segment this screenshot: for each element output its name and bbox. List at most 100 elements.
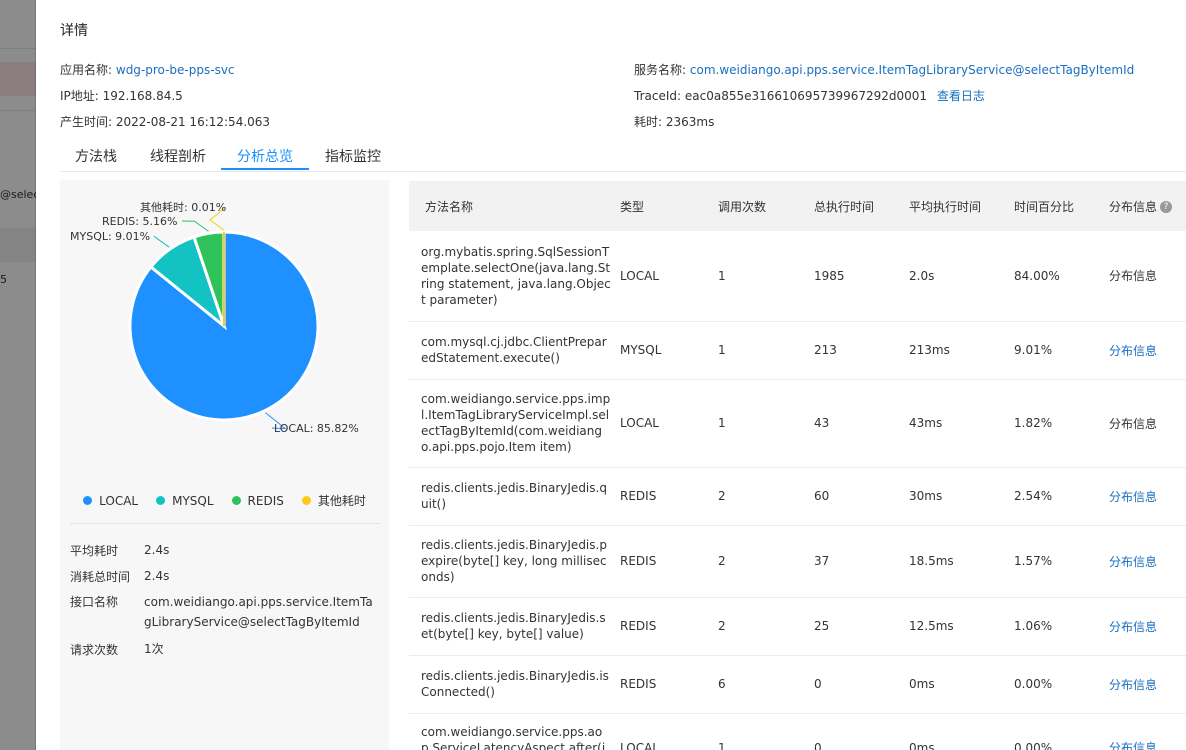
- table-row: redis.clients.jedis.BinaryJedis.isConnec…: [409, 655, 1186, 714]
- tab-thread-profile[interactable]: 线程剖析: [150, 146, 206, 166]
- method-table-container[interactable]: 方法名称 类型 调用次数 总执行时间 平均执行时间 时间百分比 分布信息? or…: [409, 181, 1186, 750]
- time-pct-cell: 1.06%: [1014, 597, 1109, 656]
- col-distribution: 分布信息?: [1109, 181, 1186, 231]
- drawer-title: 详情: [60, 23, 88, 39]
- stat-request-count: 请求次数 1次: [70, 641, 380, 658]
- method-cell: redis.clients.jedis.BinaryJedis.isConnec…: [409, 655, 620, 714]
- trace-value: eac0a855e316610695739967292d0001: [684, 89, 928, 103]
- calls-cell: 1: [718, 379, 814, 468]
- cost-label: 耗时:: [634, 115, 663, 129]
- distribution-cell: 分布信息: [1109, 379, 1186, 468]
- avg-time-cell: 43ms: [909, 379, 1014, 468]
- pie-leader-line-redis: [181, 220, 209, 232]
- avg-time-cell: 2.0s: [909, 231, 1014, 322]
- method-cell: com.weidiango.service.pps.aop.ServiceLat…: [409, 713, 620, 750]
- distribution-cell: 分布信息: [1109, 467, 1186, 526]
- total-time-cell: 0: [814, 713, 909, 750]
- service-label: 服务名称:: [634, 63, 687, 77]
- tab-metric-monitor[interactable]: 指标监控: [325, 146, 381, 166]
- tab-method-stack[interactable]: 方法栈: [75, 146, 117, 166]
- type-cell: REDIS: [620, 597, 718, 656]
- calls-cell: 2: [718, 525, 814, 598]
- col-calls: 调用次数: [718, 181, 814, 231]
- time-pct-cell: 9.01%: [1014, 321, 1109, 380]
- table-row: redis.clients.jedis.BinaryJedis.pexpire(…: [409, 525, 1186, 598]
- col-time-pct: 时间百分比: [1014, 181, 1109, 231]
- avg-time-cell: 0ms: [909, 713, 1014, 750]
- legend-label-mysql: MYSQL: [172, 493, 214, 508]
- drawer-mask[interactable]: [0, 0, 36, 750]
- service-link[interactable]: com.weidiango.api.pps.service.ItemTagLib…: [690, 63, 1134, 77]
- col-total-time: 总执行时间: [814, 181, 909, 231]
- stat-value: 1次: [144, 642, 164, 656]
- legend-item-local[interactable]: LOCAL: [83, 492, 138, 509]
- legend-item-other[interactable]: 其他耗时: [301, 492, 366, 509]
- table-row: com.weidiango.service.pps.aop.ServiceLat…: [409, 713, 1186, 750]
- total-time-cell: 60: [814, 467, 909, 526]
- distribution-link[interactable]: 分布信息: [1109, 490, 1157, 504]
- col-method-name: 方法名称: [409, 181, 620, 231]
- col-distribution-label: 分布信息: [1109, 199, 1158, 214]
- pie-label-other: 其他耗时: 0.01%: [140, 201, 226, 214]
- table-row: com.weidiango.service.pps.impl.ItemTagLi…: [409, 379, 1186, 468]
- view-log-link[interactable]: 查看日志: [937, 89, 985, 103]
- legend-dot-local: [83, 496, 93, 505]
- distribution-link[interactable]: 分布信息: [1109, 555, 1157, 569]
- stat-interface-name: 接口名称 com.weidiango.api.pps.service.ItemT…: [70, 592, 380, 632]
- legend-item-redis[interactable]: REDIS: [231, 492, 284, 509]
- type-cell: LOCAL: [620, 379, 718, 468]
- pie-label-redis: REDIS: 5.16%: [102, 215, 177, 228]
- time-value: 2022-08-21 16:12:54.063: [115, 115, 271, 129]
- stat-value: com.weidiango.api.pps.service.ItemTagLib…: [144, 595, 373, 629]
- table-row: org.mybatis.spring.SqlSessionTemplate.se…: [409, 231, 1186, 322]
- stat-avg-cost: 平均耗时 2.4s: [70, 542, 380, 559]
- distribution-link[interactable]: 分布信息: [1109, 344, 1157, 358]
- table-row: com.mysql.cj.jdbc.ClientPreparedStatemen…: [409, 321, 1186, 380]
- calls-cell: 2: [718, 467, 814, 526]
- chart-legend: LOCAL MYSQL REDIS 其他耗时: [60, 492, 389, 509]
- legend-dot-mysql: [156, 496, 166, 505]
- distribution-link[interactable]: 分布信息: [1109, 620, 1157, 634]
- time-pct-cell: 1.82%: [1014, 379, 1109, 468]
- avg-time-cell: 30ms: [909, 467, 1014, 526]
- stat-total-time: 消耗总时间 2.4s: [70, 568, 380, 585]
- method-cell: redis.clients.jedis.BinaryJedis.set(byte…: [409, 597, 620, 656]
- cost-value: 2363ms: [665, 115, 715, 129]
- distribution-cell: 分布信息: [1109, 231, 1186, 322]
- distribution-link: 分布信息: [1109, 416, 1158, 431]
- avg-time-cell: 213ms: [909, 321, 1014, 380]
- legend-label-local: LOCAL: [99, 493, 139, 508]
- pie-label-mysql: MYSQL: 9.01%: [70, 230, 150, 243]
- distribution-cell: 分布信息: [1109, 655, 1186, 714]
- type-cell: REDIS: [620, 655, 718, 714]
- total-time-cell: 43: [814, 379, 909, 468]
- legend-label-redis: REDIS: [247, 493, 284, 508]
- method-cell: com.weidiango.service.pps.impl.ItemTagLi…: [409, 379, 620, 468]
- trace-label: TraceId:: [634, 89, 682, 103]
- legend-item-mysql[interactable]: MYSQL: [156, 492, 214, 509]
- calls-cell: 1: [718, 713, 814, 750]
- table-header-row: 方法名称 类型 调用次数 总执行时间 平均执行时间 时间百分比 分布信息?: [409, 181, 1186, 231]
- method-cell: com.mysql.cj.jdbc.ClientPreparedStatemen…: [409, 321, 620, 380]
- tab-bar: 方法栈 线程剖析 分析总览 指标监控: [60, 140, 1186, 172]
- stat-label: 平均耗时: [70, 544, 119, 558]
- pie-leader-line-mysql: [153, 235, 170, 248]
- help-icon[interactable]: ?: [1160, 201, 1173, 213]
- distribution-link[interactable]: 分布信息: [1109, 741, 1157, 750]
- avg-time-cell: 0ms: [909, 655, 1014, 714]
- tab-analysis-overview[interactable]: 分析总览: [237, 146, 293, 166]
- method-table: 方法名称 类型 调用次数 总执行时间 平均执行时间 时间百分比 分布信息? or…: [409, 181, 1186, 750]
- time-row: 产生时间: 2022-08-21 16:12:54.063: [60, 113, 270, 130]
- ip-value: 192.168.84.5: [102, 89, 183, 103]
- distribution-cell: 分布信息: [1109, 321, 1186, 380]
- detail-drawer: 详情 应用名称: wdg-pro-be-pps-svc IP地址: 192.16…: [36, 0, 1186, 750]
- time-label: 产生时间:: [60, 115, 113, 129]
- app-name-link[interactable]: wdg-pro-be-pps-svc: [116, 63, 235, 77]
- service-row: 服务名称: com.weidiango.api.pps.service.Item…: [634, 61, 1134, 78]
- method-cell: redis.clients.jedis.BinaryJedis.pexpire(…: [409, 525, 620, 598]
- stat-value: 2.4s: [144, 543, 170, 557]
- pie-label-local: LOCAL: 85.82%: [274, 422, 359, 435]
- time-pct-cell: 1.57%: [1014, 525, 1109, 598]
- distribution-link[interactable]: 分布信息: [1109, 678, 1157, 692]
- table-row: redis.clients.jedis.BinaryJedis.quit() RE…: [409, 467, 1186, 526]
